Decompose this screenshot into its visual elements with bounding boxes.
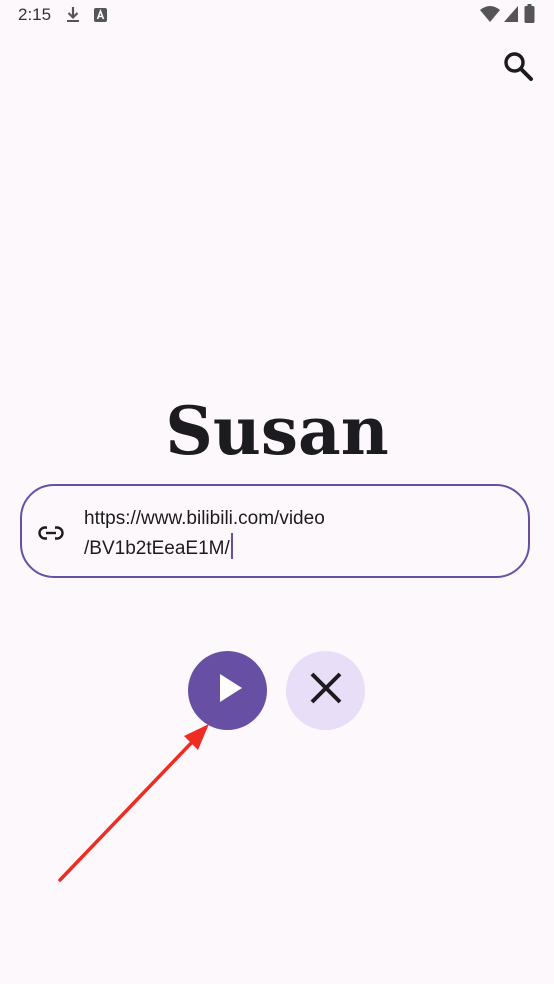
search-button[interactable] (498, 48, 538, 88)
play-icon (211, 671, 245, 710)
status-time: 2:15 (18, 5, 52, 24)
url-value-line-2: /BV1b2tEeaE1M/ (84, 533, 384, 563)
url-value-line-1: https://www.bilibili.com/video (84, 508, 325, 529)
wifi-icon (479, 5, 501, 28)
url-value-line-2-text: /BV1b2tEeaE1M/ (84, 538, 230, 559)
text-caret (230, 533, 233, 559)
download-icon (65, 6, 81, 29)
close-icon (308, 670, 344, 711)
search-icon (502, 50, 534, 87)
url-input[interactable]: https://www.bilibili.com/video /BV1b2tEe… (84, 504, 384, 563)
link-icon (38, 520, 64, 546)
url-input-field[interactable]: https://www.bilibili.com/video /BV1b2tEe… (20, 484, 530, 578)
battery-icon (524, 4, 535, 29)
clear-button[interactable] (286, 651, 365, 730)
a-notification-icon (93, 6, 108, 29)
cell-signal-icon (503, 5, 519, 28)
app-title: Susan (165, 392, 389, 470)
play-button[interactable] (188, 651, 267, 730)
status-bar: 2:15 (0, 0, 554, 32)
